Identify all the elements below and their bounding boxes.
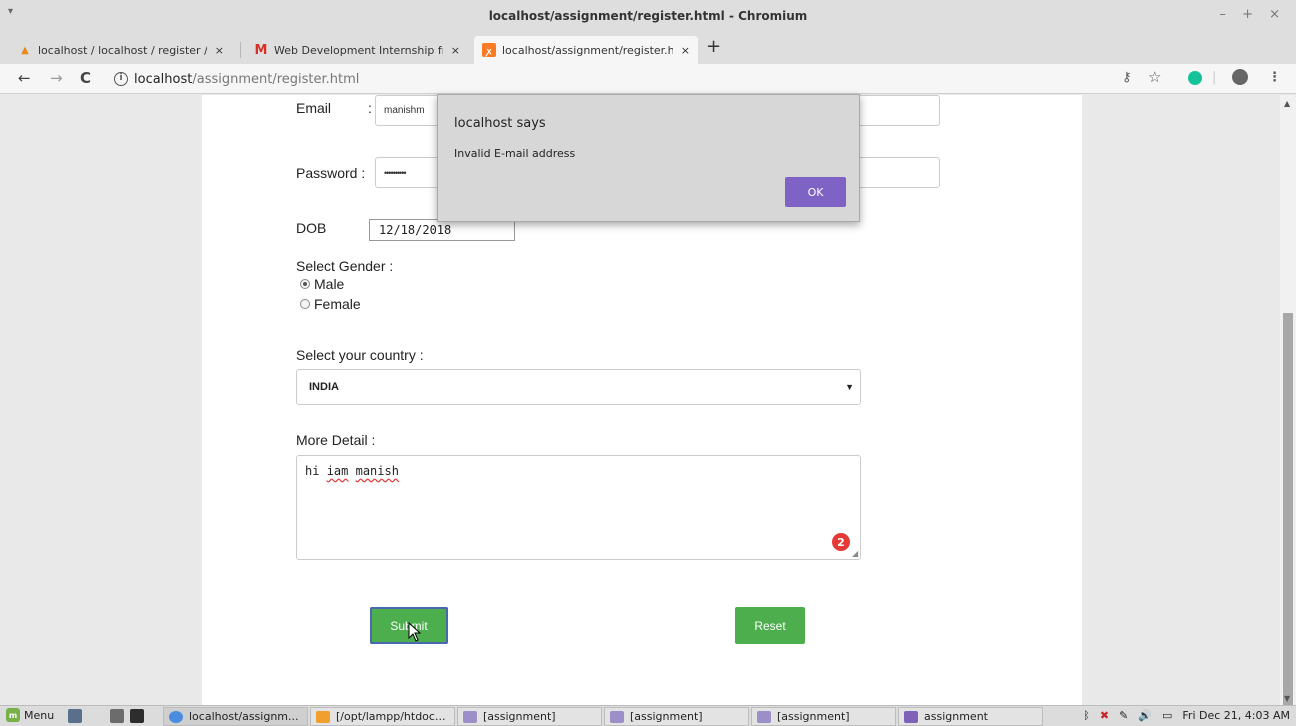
folder-icon [757,710,771,723]
gender-radio-female[interactable]: Female [300,296,361,312]
dob-label: DOB [296,220,327,236]
os-taskbar: m Menu localhost/assignm... [/opt/lampp/… [0,705,1296,726]
chromium-icon [169,710,183,723]
detail-word-misspelled: iam [326,464,349,478]
tab-label: localhost/assignment/register.h [502,43,673,57]
start-menu-label: Menu [24,708,55,722]
start-menu-button[interactable]: m Menu [6,708,54,722]
reset-button[interactable]: Reset [735,607,805,644]
mouse-cursor-icon [408,622,422,642]
country-select[interactable]: INDIA ▼ [296,369,861,405]
url-path: /assignment/register.html [192,71,360,87]
dialog-ok-button[interactable]: OK [785,177,846,207]
taskbar-item-label: localhost/assignm... [189,710,299,723]
grammarly-badge[interactable]: 2 [832,533,850,551]
taskbar-item-label: assignment [924,710,988,723]
taskbar-item-browser[interactable]: localhost/assignm... [163,707,308,726]
xampp-icon: ꭗ [482,43,496,57]
star-icon[interactable]: ☆ [1148,68,1161,86]
info-icon[interactable]: i [114,72,128,86]
file-manager-icon[interactable] [110,709,124,723]
gender-radio-male[interactable]: Male [300,276,344,292]
bluetooth-icon[interactable]: ᛒ [1083,709,1090,722]
tab-label: localhost / localhost / register / [38,43,207,57]
detail-word: hi [305,464,320,478]
battery-icon[interactable]: ▭ [1162,709,1172,722]
network-disconnected-icon[interactable]: ✖ [1100,709,1109,722]
back-button[interactable]: ← [18,69,31,87]
close-icon[interactable]: × [451,44,460,57]
dialog-message: Invalid E-mail address [454,147,576,160]
close-icon[interactable]: × [215,44,224,57]
radio-button[interactable] [300,279,310,289]
tab-gmail[interactable]: M Web Development Internship fr × [246,36,468,64]
page-scrollbar[interactable]: ▲ ▼ [1280,95,1296,705]
show-desktop-icon[interactable] [68,709,82,723]
brush-icon[interactable]: ✎ [1119,709,1128,722]
password-label: Password : [296,165,366,181]
detail-textarea[interactable]: hi iam manish [296,455,861,560]
gender-label: Select Gender : [296,258,394,274]
alert-dialog: localhost says Invalid E-mail address OK [437,94,860,222]
dob-value: 12/18/2018 [379,223,452,237]
taskbar-item-folder[interactable]: [assignment] [751,707,896,726]
taskbar-item-folder[interactable]: [assignment] [457,707,602,726]
close-icon[interactable]: × [681,44,690,57]
scroll-up-icon[interactable]: ▲ [1284,99,1290,108]
country-label: Select your country : [296,347,424,363]
dialog-title: localhost says [454,116,546,131]
window-title: localhost/assignment/register.html - Chr… [488,9,808,23]
tab-label: Web Development Internship fr [274,43,443,57]
window-titlebar: ▾ localhost/assignment/register.html - C… [0,0,1296,32]
gmail-icon: M [254,42,268,58]
scrollbar-thumb[interactable] [1283,313,1293,705]
radio-label: Male [314,276,345,292]
window-controls[interactable]: – + × [1219,7,1286,22]
address-bar[interactable]: i localhost/assignment/register.html [106,67,1106,91]
taskbar-item-folder[interactable]: assignment [898,707,1043,726]
dob-date-input[interactable]: 12/18/2018 [369,219,515,241]
taskbar-item-label: [assignment] [777,710,850,723]
tab-register[interactable]: ꭗ localhost/assignment/register.h × [474,36,698,64]
tab-separator [240,42,241,58]
forward-button[interactable]: → [50,69,63,87]
folder-icon [610,710,624,723]
reload-button[interactable]: C [80,69,91,87]
terminal-icon[interactable] [130,709,144,723]
taskbar-item-label: [assignment] [630,710,703,723]
tab-phpmyadmin[interactable]: ▲ localhost / localhost / register / × [10,36,232,64]
tab-strip: ▲ localhost / localhost / register / × M… [0,32,1296,64]
grammarly-icon[interactable] [1188,71,1202,85]
volume-icon[interactable]: 🔊 [1138,709,1152,722]
radio-label: Female [314,296,361,312]
radio-button[interactable] [300,299,310,309]
dropdown-caret-icon: ▼ [845,382,854,392]
mint-logo-icon: m [6,708,20,722]
editor-icon [316,710,330,723]
toolbar-separator: | [1212,70,1217,85]
taskbar-item-label: [/opt/lampp/htdoc... [336,710,446,723]
folder-icon [463,710,477,723]
scroll-down-icon[interactable]: ▼ [1284,694,1290,703]
detail-label: More Detail : [296,432,376,448]
taskbar-item-editor[interactable]: [/opt/lampp/htdoc... [310,707,455,726]
new-tab-button[interactable]: + [706,36,721,57]
extension-icon[interactable] [1232,69,1248,85]
country-selected-value: INDIA [309,381,339,393]
phpmyadmin-icon: ▲ [21,44,29,56]
email-colon: : [368,100,372,116]
url-host: localhost [134,71,193,87]
key-icon[interactable]: ⚷ [1122,70,1132,85]
system-tray: ᛒ ✖ ✎ 🔊 ▭ Fri Dec 21, 4:03 AM [1083,709,1290,722]
detail-word-misspelled: manish [355,464,399,478]
email-label: Email [296,100,332,116]
folder-icon [904,710,918,723]
taskbar-item-label: [assignment] [483,710,556,723]
browser-toolbar: ← → C i localhost/assignment/register.ht… [0,64,1296,94]
taskbar-item-folder[interactable]: [assignment] [604,707,749,726]
clock[interactable]: Fri Dec 21, 4:03 AM [1182,709,1290,722]
menu-kebab-icon[interactable]: ⋮ [1268,70,1281,85]
resize-handle-icon[interactable]: ◢ [852,549,858,558]
